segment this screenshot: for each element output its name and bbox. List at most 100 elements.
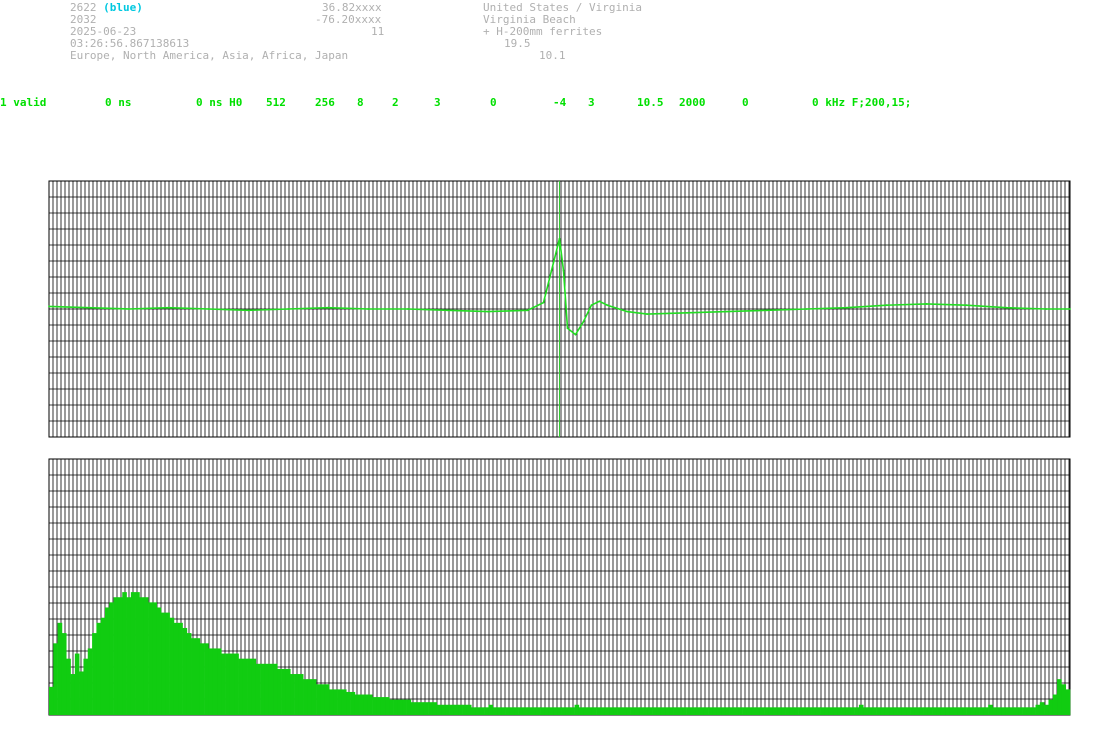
spectrum-bar <box>49 686 54 715</box>
spectrum-bar <box>884 707 890 715</box>
waveform-point <box>127 308 130 310</box>
spectrum-bar <box>557 707 562 715</box>
spectrum-bar <box>794 707 799 715</box>
spectrum-bar <box>721 707 726 715</box>
spectrum-bar <box>522 707 528 715</box>
spectrum-bar <box>1044 704 1049 715</box>
plots-canvas <box>48 180 1071 716</box>
spectrum-bar <box>436 704 442 715</box>
spectrum-bar <box>385 697 390 715</box>
spectrum-bar <box>936 707 942 715</box>
spectrum-bar <box>798 707 804 715</box>
spectrum-bar <box>367 694 373 715</box>
waveform-point <box>626 310 629 313</box>
spectrum-bar <box>746 707 752 715</box>
spectrum-bar <box>165 612 170 715</box>
spectrum-bar <box>940 707 946 715</box>
spectrum-bar <box>441 704 446 715</box>
spectrum-bar <box>570 707 575 715</box>
spectrum-bar <box>462 704 468 715</box>
spectrum-bar <box>828 707 834 715</box>
waveform-point <box>606 304 609 307</box>
spectrum-bar <box>1052 694 1058 715</box>
spectrum-bar <box>376 697 382 715</box>
spectrum-bar <box>281 668 287 715</box>
spectrum-bar <box>505 707 511 715</box>
spectrum-bar <box>893 707 898 715</box>
spectrum-bar <box>970 707 976 715</box>
spectrum-bar <box>716 707 722 715</box>
spectrum-bar <box>755 707 761 715</box>
spectrum-bar <box>212 648 218 715</box>
spectrum-bar <box>975 707 980 715</box>
spectrum-bar <box>871 707 877 715</box>
spectrum-bar <box>578 707 584 715</box>
spectrum-bar <box>1061 684 1066 715</box>
spectrum-bar <box>544 707 550 715</box>
spectrum-bar <box>764 707 769 715</box>
spectrum-bar <box>652 707 657 715</box>
spectrum-bar <box>596 707 601 715</box>
spectrum-bar <box>992 707 998 715</box>
spectrum-bar <box>751 707 756 715</box>
waveform-point <box>562 269 565 272</box>
spectrum-bar <box>471 707 476 715</box>
spectrum-bar <box>643 707 649 715</box>
spectrum-bar <box>173 622 179 715</box>
spectrum-bar <box>634 707 640 715</box>
spectrum-bar <box>268 663 274 715</box>
spectrum-bar <box>565 707 571 715</box>
waveform-point <box>550 269 553 272</box>
spectrum-bar <box>966 707 972 715</box>
spectrum-bar <box>553 707 558 715</box>
spectrum-bar <box>208 648 214 715</box>
spectrum-bar <box>492 707 498 715</box>
spectrum-bar <box>690 707 696 715</box>
spectrum-bar <box>742 707 748 715</box>
spectrum-bar <box>303 679 308 715</box>
spectrum-bar <box>53 643 58 715</box>
spectrum-bar <box>540 707 545 715</box>
spectrum-bar <box>738 707 743 715</box>
spectrum-bar <box>178 622 183 715</box>
spectrum-bar <box>70 674 76 715</box>
spectrum-bar <box>432 702 438 715</box>
spectrum-bar <box>785 707 791 715</box>
spectrum-bar <box>613 707 618 715</box>
spectrum-bar <box>109 602 114 715</box>
spectrum-bar <box>897 707 903 715</box>
spectrum-bar <box>229 653 235 715</box>
spectrum-bar <box>820 707 825 715</box>
spectrum-bar <box>221 653 226 715</box>
spectrum-bar <box>1022 707 1028 715</box>
spectrum-bar <box>169 617 175 715</box>
spectrum-bar <box>626 707 631 715</box>
spectrum-bar <box>247 658 252 715</box>
waveform-point <box>590 304 593 307</box>
spectrum-bar <box>1039 702 1045 715</box>
spectrum-bar <box>621 707 627 715</box>
spectrum-bar <box>290 674 295 715</box>
spectrum-bar <box>695 707 700 715</box>
spectrum-bar <box>105 607 110 715</box>
spectrum-bar <box>307 679 313 715</box>
spectrum-bar <box>143 597 149 715</box>
spectrum-bar <box>83 658 89 715</box>
spectrum-bar <box>1031 707 1036 715</box>
spectrum-bar <box>92 633 97 715</box>
spectrum-bar <box>199 643 205 715</box>
spectrum-bar <box>574 704 580 715</box>
spectrum-bar <box>419 702 425 715</box>
spectrum-bar <box>1035 704 1041 715</box>
spectrum-bar <box>66 658 71 715</box>
spectrum-bar <box>811 707 817 715</box>
spectrum-bar <box>531 707 537 715</box>
spectrum-bar <box>824 707 830 715</box>
spectrum-bar <box>445 704 450 715</box>
spectrum-bar <box>876 707 881 715</box>
spectrum-bar <box>858 704 864 715</box>
spectrum-bar <box>96 622 101 715</box>
spectrum-bar <box>380 697 386 715</box>
spectrum-bar <box>100 617 106 715</box>
spectrum-bar <box>996 707 1002 715</box>
